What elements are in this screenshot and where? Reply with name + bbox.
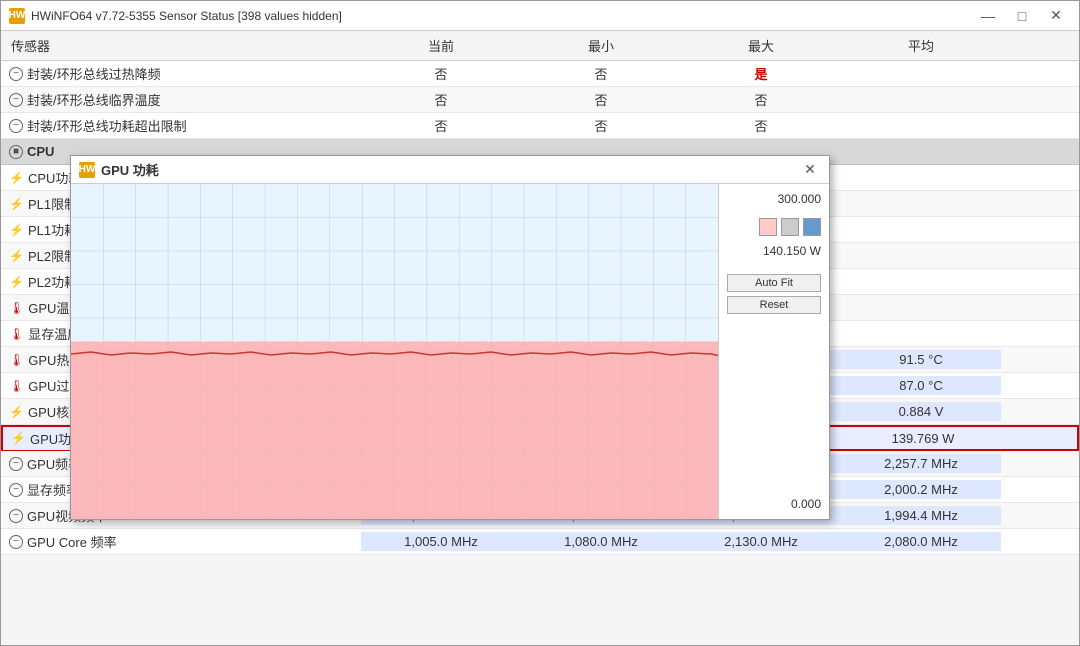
row-avg: 87.0 °C <box>841 376 1001 395</box>
row-avg <box>841 254 1001 258</box>
chart-sidebar: 300.000 140.150 W Auto Fit Reset 0.000 <box>719 184 829 519</box>
row-avg: 91.5 °C <box>841 350 1001 369</box>
close-button[interactable]: ✕ <box>1041 5 1071 27</box>
row-avg <box>841 306 1001 310</box>
window-title: HWiNFO64 v7.72-5355 Sensor Status [398 v… <box>31 9 342 23</box>
collapse-icon[interactable]: ■ <box>9 145 23 159</box>
title-bar: HW HWiNFO64 v7.72-5355 Sensor Status [39… <box>1 1 1079 31</box>
thermometer-icon: 🌡 <box>9 379 24 393</box>
col-current: 当前 <box>361 34 521 57</box>
row-label: − 封装/环形总线临界温度 <box>1 88 361 111</box>
minimize-button[interactable]: — <box>973 5 1003 27</box>
row-avg <box>841 124 1001 128</box>
row-avg: 2,000.2 MHz <box>841 480 1001 499</box>
chart-title-bar: HW GPU 功耗 ✕ <box>71 156 829 184</box>
chart-y-max: 300.000 <box>727 192 821 206</box>
row-label: − 封装/环形总线过热降频 <box>1 62 361 85</box>
thermometer-icon: 🌡 <box>9 327 24 341</box>
color-box-pink[interactable] <box>759 218 777 236</box>
row-max: 否 <box>681 88 841 111</box>
lightning-icon: ⚡ <box>9 275 24 289</box>
col-avg: 平均 <box>841 34 1001 57</box>
row-label: − 封装/环形总线功耗超出限制 <box>1 114 361 137</box>
chart-close-button[interactable]: ✕ <box>799 160 821 180</box>
auto-fit-button[interactable]: Auto Fit <box>727 274 821 292</box>
table-header: 传感器 当前 最小 最大 平均 <box>1 31 1079 61</box>
row-min: 否 <box>521 114 681 137</box>
maximize-button[interactable]: □ <box>1007 5 1037 27</box>
chart-y-min: 0.000 <box>727 497 821 511</box>
row-avg <box>841 176 1001 180</box>
chart-app-icon: HW <box>79 162 95 178</box>
color-box-blue[interactable] <box>803 218 821 236</box>
title-controls: — □ ✕ <box>973 5 1071 27</box>
row-avg <box>841 332 1001 336</box>
collapse-icon[interactable]: − <box>9 509 23 523</box>
row-label: − GPU Core 频率 <box>1 530 361 553</box>
row-min: 否 <box>521 88 681 111</box>
row-current: 否 <box>361 62 521 85</box>
chart-body: 300.000 140.150 W Auto Fit Reset 0.000 <box>71 184 829 519</box>
color-box-gray[interactable] <box>781 218 799 236</box>
row-min: 1,080.0 MHz <box>521 532 681 551</box>
col-sensor: 传感器 <box>1 34 361 57</box>
row-max: 2,130.0 MHz <box>681 532 841 551</box>
collapse-icon[interactable]: − <box>9 119 23 133</box>
row-current: 否 <box>361 88 521 111</box>
collapse-icon[interactable]: − <box>9 535 23 549</box>
row-avg <box>841 228 1001 232</box>
col-max: 最大 <box>681 34 841 57</box>
row-avg: 2,080.0 MHz <box>841 532 1001 551</box>
lightning-icon: ⚡ <box>9 171 24 185</box>
chart-area <box>71 184 719 519</box>
lightning-icon: ⚡ <box>11 431 26 445</box>
collapse-icon[interactable]: − <box>9 483 23 497</box>
row-avg <box>841 280 1001 284</box>
lightning-icon: ⚡ <box>9 405 24 419</box>
row-max: 否 <box>681 114 841 137</box>
row-avg: 139.769 W <box>843 429 1003 448</box>
collapse-icon[interactable]: − <box>9 67 23 81</box>
row-current: 1,005.0 MHz <box>361 532 521 551</box>
lightning-icon: ⚡ <box>9 197 24 211</box>
thermometer-icon: 🌡 <box>9 353 24 367</box>
row-avg: 2,257.7 MHz <box>841 454 1001 473</box>
collapse-icon[interactable]: − <box>9 93 23 107</box>
chart-color-legend <box>727 218 821 236</box>
chart-title: GPU 功耗 <box>101 160 159 179</box>
row-avg <box>841 98 1001 102</box>
row-avg: 1,994.4 MHz <box>841 506 1001 525</box>
reset-button[interactable]: Reset <box>727 296 821 314</box>
collapse-icon[interactable]: − <box>9 457 23 471</box>
row-avg <box>841 72 1001 76</box>
title-bar-left: HW HWiNFO64 v7.72-5355 Sensor Status [39… <box>9 8 342 24</box>
table-row: − 封装/环形总线过热降频 否 否 是 <box>1 61 1079 87</box>
chart-svg <box>71 184 718 519</box>
app-icon: HW <box>9 8 25 24</box>
row-current: 否 <box>361 114 521 137</box>
chart-y-mid: 140.150 W <box>727 244 821 258</box>
lightning-icon: ⚡ <box>9 223 24 237</box>
row-avg <box>841 202 1001 206</box>
table-row: − 封装/环形总线功耗超出限制 否 否 否 <box>1 113 1079 139</box>
chart-popup: HW GPU 功耗 ✕ <box>70 155 830 520</box>
chart-title-left: HW GPU 功耗 <box>79 160 159 179</box>
col-min: 最小 <box>521 34 681 57</box>
row-max: 是 <box>681 62 841 85</box>
row-min: 否 <box>521 62 681 85</box>
table-row: − GPU Core 频率 1,005.0 MHz 1,080.0 MHz 2,… <box>1 529 1079 555</box>
table-row: − 封装/环形总线临界温度 否 否 否 <box>1 87 1079 113</box>
row-avg: 0.884 V <box>841 402 1001 421</box>
thermometer-icon: 🌡 <box>9 301 24 315</box>
lightning-icon: ⚡ <box>9 249 24 263</box>
